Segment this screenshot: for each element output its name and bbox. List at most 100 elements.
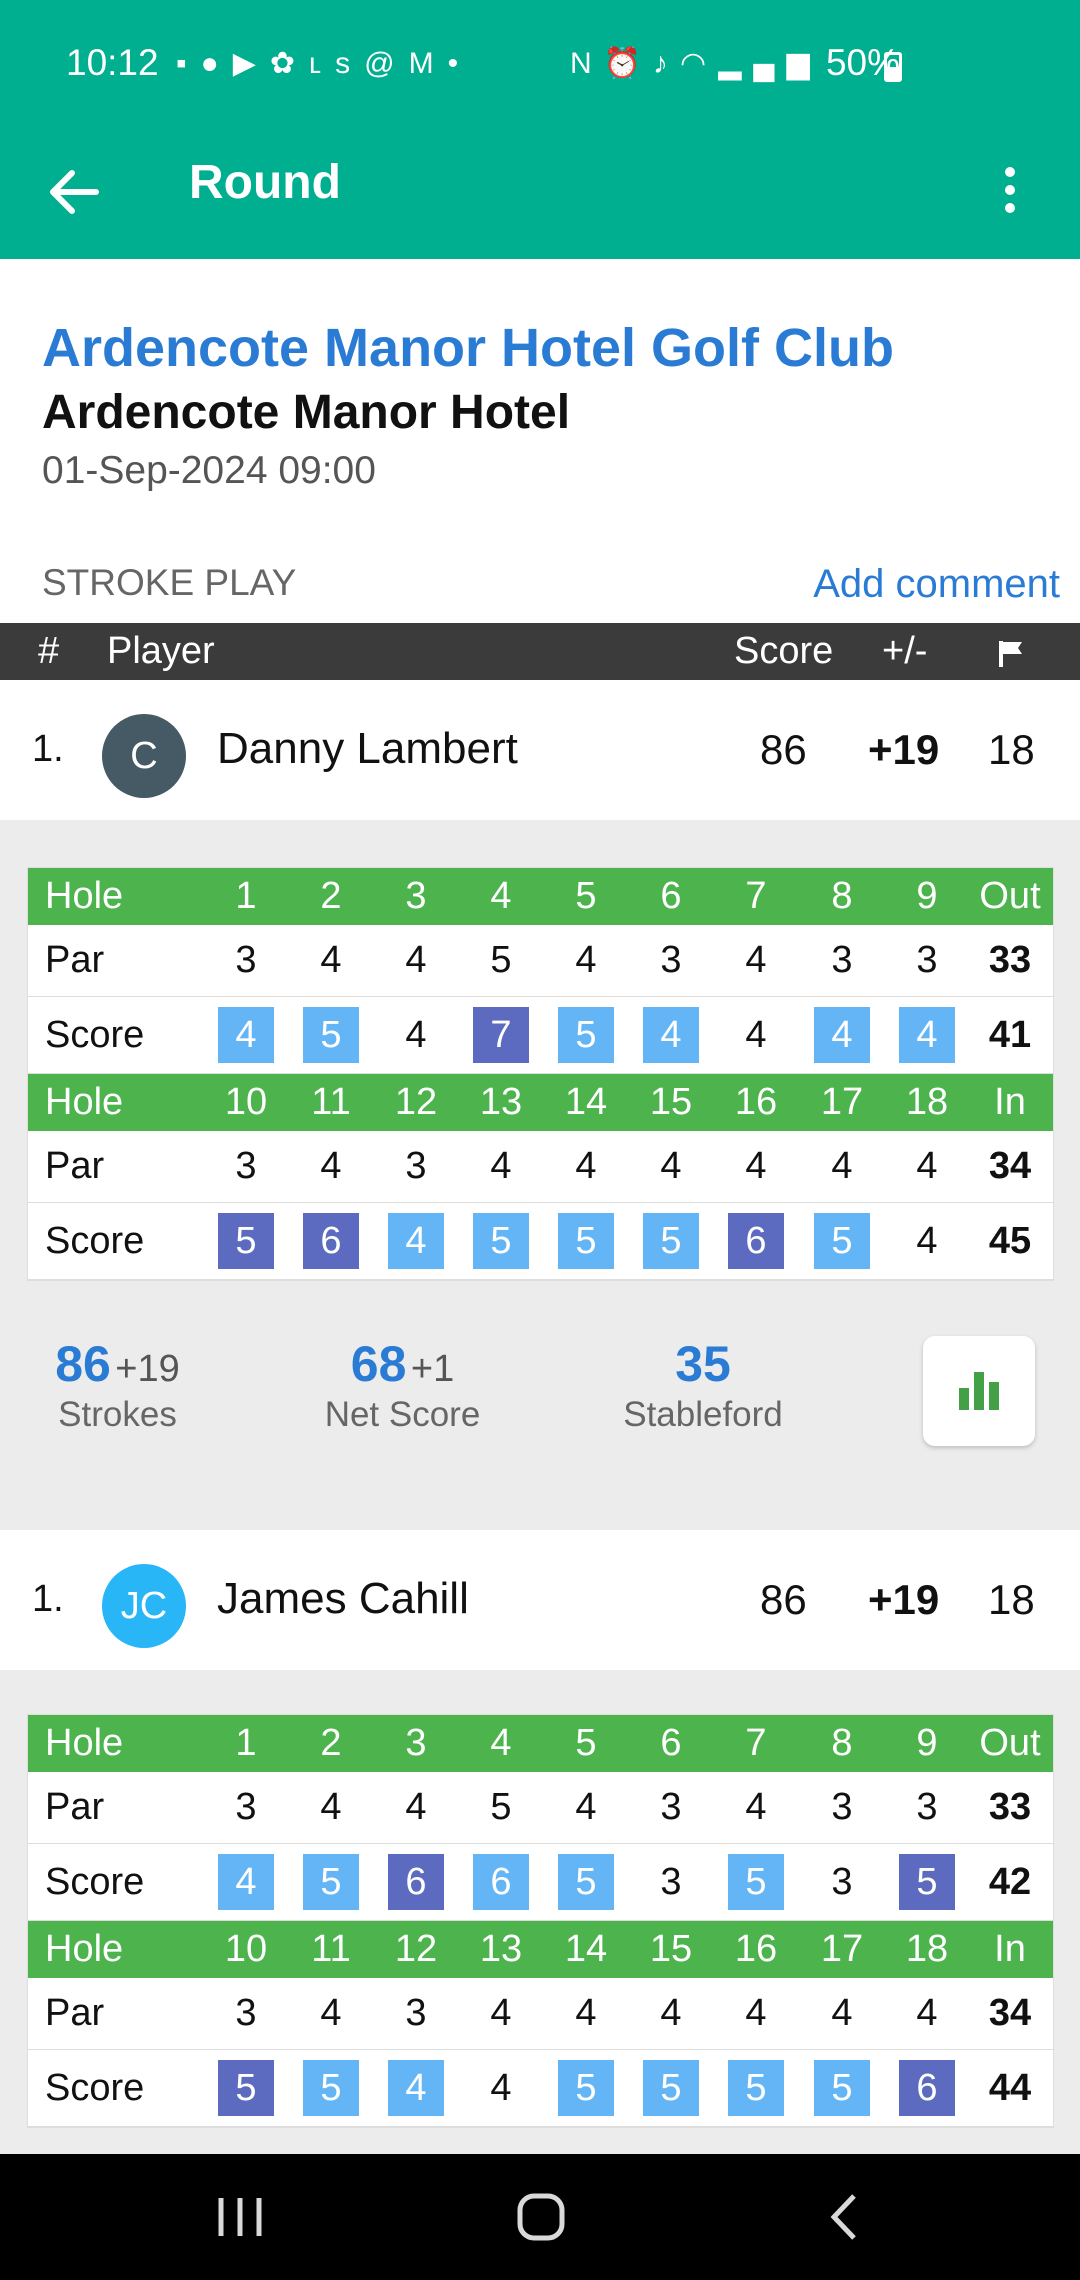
par-value: 4 bbox=[745, 1145, 767, 1187]
alarm-icon: ⏰ bbox=[603, 47, 654, 80]
more-options-icon[interactable] bbox=[990, 159, 1030, 229]
recent-apps-icon[interactable] bbox=[215, 2194, 265, 2245]
hole-number: 8 bbox=[831, 875, 853, 917]
stats-chart-button[interactable] bbox=[923, 1336, 1035, 1446]
battery-icon bbox=[884, 52, 902, 82]
hole-number: 2 bbox=[320, 875, 342, 917]
scorecard: Hole 1 2 3 4 5 6 7 8 9 Out Par 3 4 4 5 4 3 4 3 3 33 Score 4 5 4 7 5… bbox=[27, 867, 1054, 1281]
add-comment-link[interactable]: Add comment bbox=[813, 562, 1060, 607]
hole-number: 12 bbox=[394, 1928, 438, 1970]
hole-row: Hole 1 2 3 4 5 6 7 8 9 Out bbox=[28, 1715, 1053, 1772]
bogey-chip: 4 bbox=[814, 1007, 870, 1063]
hole-score: 5 bbox=[639, 2050, 703, 2126]
hole-score: 6 bbox=[895, 2050, 959, 2126]
status-bar: 10:12 ▪●▶✿ʟs@M• N⏰♪◠▂▄▆ 50% bbox=[0, 0, 1080, 135]
hole-score: 4 bbox=[214, 1844, 278, 1920]
score-label: Score bbox=[45, 1013, 145, 1056]
player-rank: 1. bbox=[32, 1578, 64, 1620]
par-value: 3 bbox=[405, 1992, 427, 2034]
player-score: 86 bbox=[760, 1576, 807, 1623]
par-label: Par bbox=[45, 1992, 105, 2034]
hole-score: 5 bbox=[639, 1203, 703, 1279]
hole-score: 6 bbox=[724, 1203, 788, 1279]
avatar: JC bbox=[102, 1564, 186, 1648]
hole-row: Hole 10 11 12 13 14 15 16 17 18 In bbox=[28, 1074, 1053, 1131]
hole-number: 10 bbox=[224, 1928, 268, 1970]
hole-number: 15 bbox=[649, 1928, 693, 1970]
score-total: 45 bbox=[988, 1219, 1032, 1262]
par-value: 4 bbox=[916, 1992, 938, 2034]
leaderboard-header: # Player Score +/- bbox=[0, 623, 1080, 680]
player-diff: +19 bbox=[868, 1576, 940, 1623]
home-icon[interactable] bbox=[516, 2192, 566, 2247]
hole-score: 6 bbox=[469, 1844, 533, 1920]
course-name: Ardencote Manor Hotel bbox=[42, 386, 571, 439]
hole-score: 5 bbox=[724, 2050, 788, 2126]
gmail-icon: M bbox=[408, 47, 448, 80]
bogey-chip: 5 bbox=[303, 1007, 359, 1063]
club-name-link[interactable]: Ardencote Manor Hotel Golf Club bbox=[42, 317, 894, 379]
flag-icon bbox=[998, 636, 1026, 679]
hole-number: 13 bbox=[479, 1081, 523, 1123]
hole-score: 4 bbox=[384, 2050, 448, 2126]
back-nav-icon[interactable] bbox=[820, 2192, 870, 2247]
bogey-chip: 5 bbox=[558, 1213, 614, 1269]
double-bogey-chip: 5 bbox=[218, 1213, 274, 1269]
hole-number: 7 bbox=[745, 875, 767, 917]
notification-icons: ▪●▶✿ʟs@M• bbox=[176, 46, 472, 81]
double-bogey-chip: 6 bbox=[728, 1213, 784, 1269]
player-column-header: Player bbox=[107, 630, 215, 672]
hole-number: 18 bbox=[905, 1081, 949, 1123]
par-value: 4 bbox=[490, 1145, 512, 1187]
hole-score: 5 bbox=[895, 1844, 959, 1920]
hole-score: 4 bbox=[916, 1219, 938, 1262]
hole-label: Hole bbox=[45, 1722, 124, 1764]
round-header: Ardencote Manor Hotel Golf Club Ardencot… bbox=[0, 259, 1080, 623]
player-row[interactable]: 1. JC James Cahill 86 +19 18 bbox=[0, 1530, 1080, 1670]
round-datetime: 01-Sep-2024 09:00 bbox=[42, 449, 376, 492]
double-bogey-chip: 6 bbox=[899, 2060, 955, 2116]
hole-label: Hole bbox=[45, 1928, 124, 1970]
bogey-chip: 5 bbox=[558, 2060, 614, 2116]
par-value: 4 bbox=[320, 1992, 342, 2034]
hole-number: 9 bbox=[916, 875, 938, 917]
par-value: 4 bbox=[320, 1145, 342, 1187]
back-arrow-icon[interactable] bbox=[38, 157, 108, 227]
score-row: Score 4 5 4 7 5 4 4 4 4 41 bbox=[28, 997, 1053, 1074]
strokes-value: 86 bbox=[55, 1336, 111, 1392]
hole-number: 1 bbox=[235, 875, 257, 917]
hole-number: 11 bbox=[311, 1081, 351, 1123]
hole-number: 6 bbox=[660, 875, 682, 917]
player-name: James Cahill bbox=[217, 1574, 469, 1623]
bogey-chip: 5 bbox=[728, 2060, 784, 2116]
hole-number: 8 bbox=[831, 1722, 853, 1764]
stableford-stat: 35 Stableford bbox=[608, 1335, 798, 1435]
hole-number: 1 bbox=[235, 1722, 257, 1764]
youtube-icon: ▶ bbox=[232, 47, 270, 80]
hole-score: 5 bbox=[554, 1203, 618, 1279]
hole-score: 5 bbox=[299, 2050, 363, 2126]
hole-score: 4 bbox=[490, 2066, 512, 2109]
mute-icon: ♪ bbox=[653, 47, 681, 80]
bogey-chip: 4 bbox=[388, 2060, 444, 2116]
par-value: 4 bbox=[745, 939, 767, 981]
facebook-icon: ● bbox=[200, 47, 233, 80]
hole-number: 10 bbox=[224, 1081, 268, 1123]
round-format: STROKE PLAY bbox=[42, 562, 297, 603]
nfc-icon: N bbox=[570, 47, 604, 80]
par-value: 4 bbox=[575, 939, 597, 981]
score-label: Score bbox=[45, 1860, 145, 1903]
par-total: 34 bbox=[988, 1992, 1032, 2034]
bogey-chip: 5 bbox=[303, 2060, 359, 2116]
wifi-icon: ◠ bbox=[680, 47, 719, 80]
par-value: 3 bbox=[660, 1786, 682, 1828]
half-total-label: In bbox=[994, 1081, 1026, 1123]
page-title: Round bbox=[189, 156, 341, 209]
par-total: 33 bbox=[988, 1786, 1032, 1828]
half-total-label: In bbox=[994, 1928, 1026, 1970]
hole-score: 4 bbox=[384, 1203, 448, 1279]
player-details: Hole 1 2 3 4 5 6 7 8 9 Out Par 3 4 4 5 4 3 4 3 3 33 Score 4 5 6 6 5… bbox=[0, 1670, 1080, 2154]
par-value: 4 bbox=[320, 939, 342, 981]
player-row[interactable]: 1. C Danny Lambert 86 +19 18 bbox=[0, 680, 1080, 820]
temu-icon: ▪ bbox=[176, 47, 201, 80]
